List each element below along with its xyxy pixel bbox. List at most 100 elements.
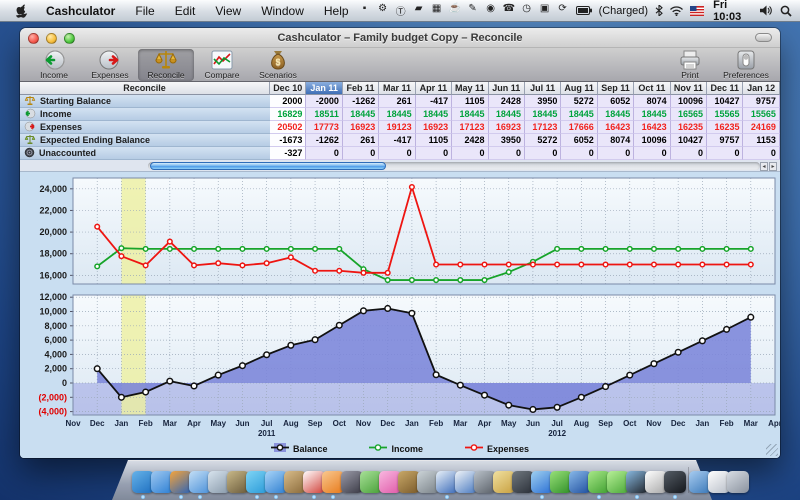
table-cell[interactable]: 1105 — [452, 95, 489, 108]
column-header-dec-10[interactable]: Dec 10 — [270, 82, 307, 95]
column-header-mar-11[interactable]: Mar 11 — [379, 82, 416, 95]
sync-gear-icon[interactable]: ⚙ — [377, 3, 389, 18]
table-cell[interactable]: 16923 — [488, 121, 525, 134]
menu-view[interactable]: View — [205, 0, 251, 22]
menu-clock[interactable]: Fri 10:03 — [711, 0, 753, 23]
table-cell[interactable]: 18445 — [452, 108, 489, 121]
print-button[interactable]: Print — [662, 49, 718, 81]
table-cell[interactable]: 20502 — [270, 121, 307, 134]
table-cell[interactable]: 0 — [707, 147, 744, 160]
column-header-jun-11[interactable]: Jun 11 — [488, 82, 525, 95]
column-header-oct-11[interactable]: Oct 11 — [634, 82, 671, 95]
table-cell[interactable]: 18445 — [379, 108, 416, 121]
table-cell[interactable]: 10096 — [670, 95, 708, 108]
table-cell[interactable]: 18511 — [306, 108, 343, 121]
table-cell[interactable]: 3950 — [524, 95, 562, 108]
reconcile-button[interactable]: Reconcile — [138, 49, 194, 81]
row-label-expenses[interactable]: Expenses — [20, 121, 270, 134]
table-cell[interactable]: 1153 — [743, 134, 780, 147]
clock-status-icon[interactable]: ◷ — [521, 3, 533, 18]
table-cell[interactable]: 8074 — [634, 95, 671, 108]
close-button[interactable] — [28, 33, 39, 44]
table-cell[interactable]: 0 — [379, 147, 416, 160]
row-label-unaccounted[interactable]: Unaccounted — [20, 147, 270, 160]
table-cell[interactable]: 18445 — [634, 108, 671, 121]
column-header-feb-11[interactable]: Feb 11 — [342, 82, 380, 95]
table-cell[interactable]: 18445 — [415, 108, 453, 121]
table-cell[interactable]: 3950 — [488, 134, 525, 147]
table-cell[interactable]: 17773 — [306, 121, 343, 134]
folder-status-icon[interactable]: ▰ — [413, 3, 425, 18]
table-cell[interactable]: 17666 — [561, 121, 598, 134]
table-cell[interactable]: 16235 — [670, 121, 708, 134]
row-label-expected-ending-balance[interactable]: Expected Ending Balance — [20, 134, 270, 147]
table-cell[interactable]: 17123 — [524, 121, 562, 134]
dock-icon-trash[interactable] — [727, 471, 749, 493]
scrollbar-thumb[interactable] — [150, 162, 386, 170]
menu-cashculator[interactable]: Cashculator — [36, 0, 125, 22]
compare-button[interactable]: Compare — [194, 49, 250, 81]
scrollbar-track[interactable] — [148, 162, 760, 170]
table-cell[interactable]: 10427 — [707, 95, 744, 108]
table-cell[interactable]: 16829 — [270, 108, 307, 121]
zoom-button[interactable] — [64, 33, 75, 44]
table-cell[interactable]: 16923 — [415, 121, 453, 134]
scroll-right-arrow[interactable]: ▸ — [769, 162, 777, 171]
refresh-icon[interactable]: ⟳ — [557, 3, 569, 18]
table-cell[interactable]: 261 — [379, 95, 416, 108]
column-header-jan-11[interactable]: Jan 11 — [306, 82, 343, 95]
table-cell[interactable]: -327 — [270, 147, 307, 160]
phone-icon[interactable]: ☎ — [503, 3, 515, 18]
table-cell[interactable]: 1105 — [415, 134, 453, 147]
column-header-sep-11[interactable]: Sep 11 — [597, 82, 635, 95]
input-language-flag-icon[interactable] — [690, 5, 705, 16]
blue-app-icon[interactable]: ▣ — [539, 3, 551, 18]
table-cell[interactable]: 16565 — [670, 108, 708, 121]
table-cell[interactable]: 2428 — [452, 134, 489, 147]
row-label-starting-balance[interactable]: Starting Balance — [20, 95, 270, 108]
table-cell[interactable]: 17123 — [452, 121, 489, 134]
photo-booth-icon[interactable]: ▪ — [359, 3, 371, 18]
table-cell[interactable]: 16423 — [634, 121, 671, 134]
table-cell[interactable]: 10096 — [634, 134, 671, 147]
table-cell[interactable]: 10427 — [670, 134, 708, 147]
table-cell[interactable]: 19123 — [379, 121, 416, 134]
table-cell[interactable]: 0 — [670, 147, 708, 160]
menu-window[interactable]: Window — [251, 0, 314, 22]
toolbar-toggle-lozenge[interactable] — [755, 33, 772, 42]
table-cell[interactable]: 0 — [524, 147, 562, 160]
table-cell[interactable]: 2000 — [270, 95, 307, 108]
title-bar[interactable]: Cashculator – Family budget Copy – Recon… — [20, 28, 780, 48]
spotlight-search-icon[interactable] — [780, 5, 792, 17]
table-cell[interactable]: 9757 — [743, 95, 780, 108]
row-label-income[interactable]: Income — [20, 108, 270, 121]
table-cell[interactable]: -1673 — [270, 134, 307, 147]
menu-file[interactable]: File — [125, 0, 164, 22]
pencil-status-icon[interactable]: ✎ — [467, 3, 479, 18]
minimize-button[interactable] — [46, 33, 57, 44]
circled-t-icon[interactable]: Ⓣ — [395, 3, 407, 18]
table-cell[interactable]: 6052 — [597, 95, 635, 108]
menu-help[interactable]: Help — [314, 0, 359, 22]
table-cell[interactable]: 0 — [488, 147, 525, 160]
table-cell[interactable]: 0 — [306, 147, 343, 160]
table-cell[interactable]: 18445 — [597, 108, 635, 121]
column-header-nov-11[interactable]: Nov 11 — [670, 82, 708, 95]
table-cell[interactable]: 15565 — [707, 108, 744, 121]
table-cell[interactable]: 18445 — [524, 108, 562, 121]
table-cell[interactable]: 0 — [415, 147, 453, 160]
calendar-status-icon[interactable]: ▦ — [431, 3, 443, 18]
table-cell[interactable]: -2000 — [306, 95, 343, 108]
column-header-jul-11[interactable]: Jul 11 — [524, 82, 562, 95]
table-cell[interactable]: -417 — [379, 134, 416, 147]
income-button[interactable]: Income — [26, 49, 82, 81]
table-cell[interactable]: 18445 — [342, 108, 380, 121]
table-cell[interactable]: 0 — [452, 147, 489, 160]
table-cell[interactable]: -1262 — [306, 134, 343, 147]
cup-icon[interactable]: ☕ — [449, 3, 461, 18]
wifi-icon[interactable] — [670, 5, 684, 16]
table-cell[interactable]: 18445 — [488, 108, 525, 121]
preferences-button[interactable]: Preferences — [718, 49, 774, 81]
battery-icon[interactable] — [575, 6, 592, 15]
column-header-jan-12[interactable]: Jan 12 — [743, 82, 780, 95]
